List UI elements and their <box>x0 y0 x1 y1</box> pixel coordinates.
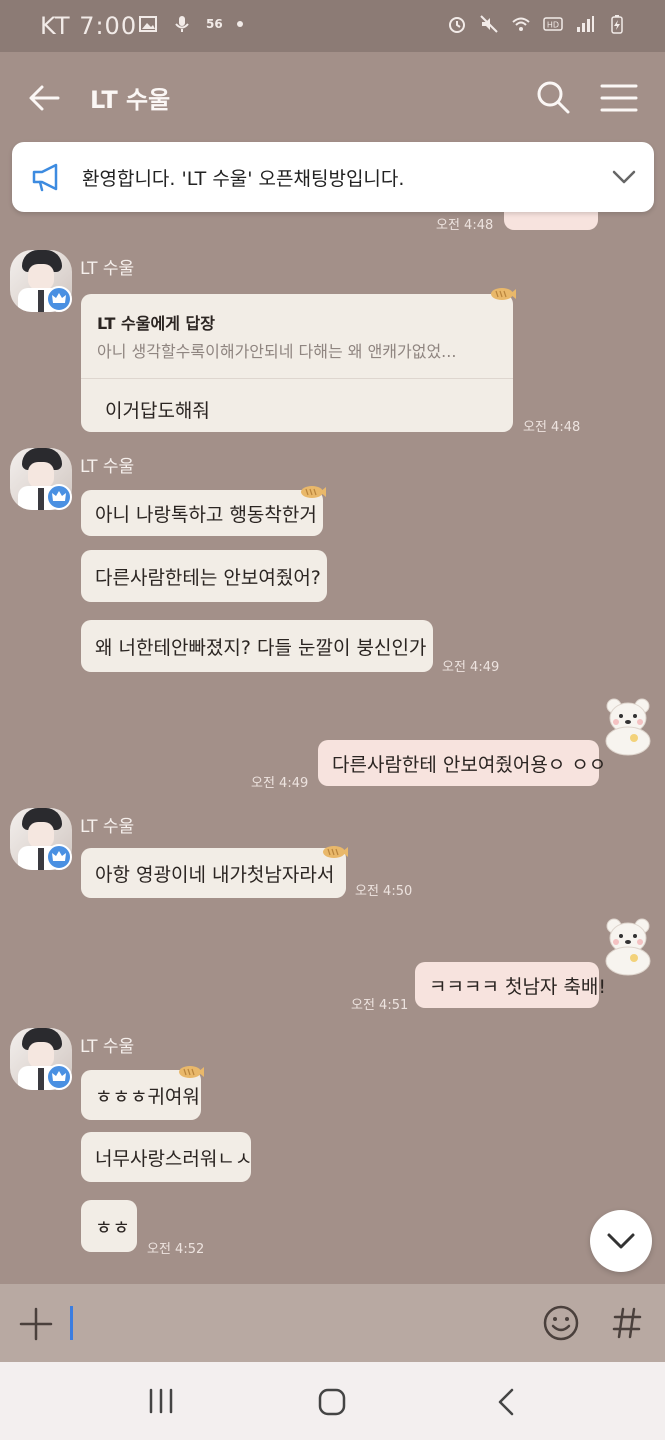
status-left-icons: 56 <box>138 14 243 34</box>
reply-preview: 아니 생각할수록이해가안되네 다해는 왜 앤캐가없었... <box>97 342 457 361</box>
hashtag-icon[interactable] <box>612 1306 642 1340</box>
fish-bread-sticker-icon <box>301 486 326 498</box>
message-time: 오전 4:48 <box>436 218 494 233</box>
wifi-icon <box>512 17 530 31</box>
home-icon[interactable] <box>318 1388 346 1416</box>
crown-badge-icon <box>46 844 72 870</box>
svg-text:HD: HD <box>547 21 559 30</box>
chat-header: LT 수울 <box>0 52 665 142</box>
smiley-icon[interactable] <box>542 1304 580 1342</box>
hamburger-menu-icon[interactable] <box>598 78 640 118</box>
chat-title: LT 수울 <box>90 86 171 114</box>
clock-label: 7:00 <box>79 12 138 40</box>
message-bubble[interactable]: 왜 너한테안빠졌지? 다들 눈깔이 붕신인가 <box>81 620 433 672</box>
message-time: 오전 4:49 <box>442 660 500 675</box>
message-time: 오전 4:48 <box>523 420 581 435</box>
fish-bread-sticker-icon <box>323 846 348 858</box>
back-arrow-icon[interactable] <box>24 78 64 118</box>
signal-icon <box>577 16 594 32</box>
sent-message-bubble[interactable]: ㅋㅋㅋㅋ 첫남자 축배! <box>415 962 606 1008</box>
sender-name: LT 수울 <box>80 457 135 477</box>
notification-dot-icon <box>236 21 243 27</box>
recent-apps-icon[interactable] <box>147 1388 175 1414</box>
crown-badge-icon <box>46 286 72 312</box>
network-56-icon: 56 <box>206 17 223 31</box>
notice-text: 환영합니다. 'LT 수울' 오픈채팅방입니다. <box>82 168 405 190</box>
search-icon[interactable] <box>532 76 574 118</box>
notice-banner[interactable]: 환영합니다. 'LT 수울' 오픈채팅방입니다. <box>12 142 654 212</box>
message-bubble[interactable]: 아니 나랑톡하고 행동착한거 <box>81 490 323 536</box>
message-list[interactable]: 오전 4:48 LT 수울 LT 수울에게 답장 아니 생각할수록이해가안되네 … <box>0 142 665 1284</box>
message-bubble[interactable]: ㅎㅎ <box>81 1200 137 1252</box>
reply-divider <box>81 378 513 379</box>
scroll-to-bottom-button[interactable] <box>590 1210 652 1272</box>
hd-icon: HD <box>543 17 563 31</box>
status-carrier-clock: KT 7:00 <box>40 12 137 40</box>
crown-badge-icon <box>46 484 72 510</box>
sent-message-bubble[interactable]: 다른사람한테 안보여줬어용ㅇ ㅇㅇ <box>318 740 606 786</box>
bear-sticker-icon <box>605 918 651 976</box>
sender-name: LT 수울 <box>80 817 135 837</box>
status-right-icons: HD <box>447 14 627 34</box>
message-bubble[interactable]: 너무사랑스러워ㄴㅅ <box>81 1132 252 1182</box>
reply-title: LT 수울에게 답장 <box>97 314 215 333</box>
system-navigation-bar <box>0 1362 665 1440</box>
message-bubble[interactable]: 다른사람한테는 안보여줬어? <box>81 550 327 602</box>
message-time: 오전 4:52 <box>147 1242 205 1257</box>
status-bar: KT 7:00 56 HD <box>0 0 665 52</box>
message-input-bar <box>0 1284 665 1362</box>
gallery-icon <box>139 16 157 32</box>
text-input-cursor[interactable] <box>70 1306 73 1340</box>
megaphone-icon <box>32 163 58 192</box>
message-time: 오전 4:49 <box>251 776 309 791</box>
bear-sticker-icon <box>605 698 651 756</box>
sender-name: LT 수울 <box>80 1037 135 1057</box>
plus-icon[interactable] <box>18 1306 54 1342</box>
fish-bread-sticker-icon <box>491 288 516 300</box>
message-bubble[interactable]: 아항 영광이네 내가첫남자라서 <box>81 848 346 898</box>
alarm-icon <box>449 17 465 33</box>
reply-body: 이거답도해줘 <box>105 400 210 422</box>
carrier-label: KT <box>40 12 71 40</box>
battery-charging-icon <box>611 15 623 34</box>
chevron-down-icon <box>607 1233 635 1249</box>
mute-icon <box>480 15 498 33</box>
fish-bread-sticker-icon <box>179 1066 204 1078</box>
sender-name: LT 수울 <box>80 259 135 279</box>
message-time: 오전 4:51 <box>351 998 409 1013</box>
reply-message-bubble[interactable]: LT 수울에게 답장 아니 생각할수록이해가안되네 다해는 왜 앤캐가없었...… <box>81 294 513 432</box>
crown-badge-icon <box>46 1064 72 1090</box>
chevron-down-icon[interactable] <box>610 164 638 190</box>
message-time: 오전 4:50 <box>355 884 413 899</box>
microphone-icon <box>175 16 189 32</box>
system-back-icon[interactable] <box>496 1388 516 1416</box>
